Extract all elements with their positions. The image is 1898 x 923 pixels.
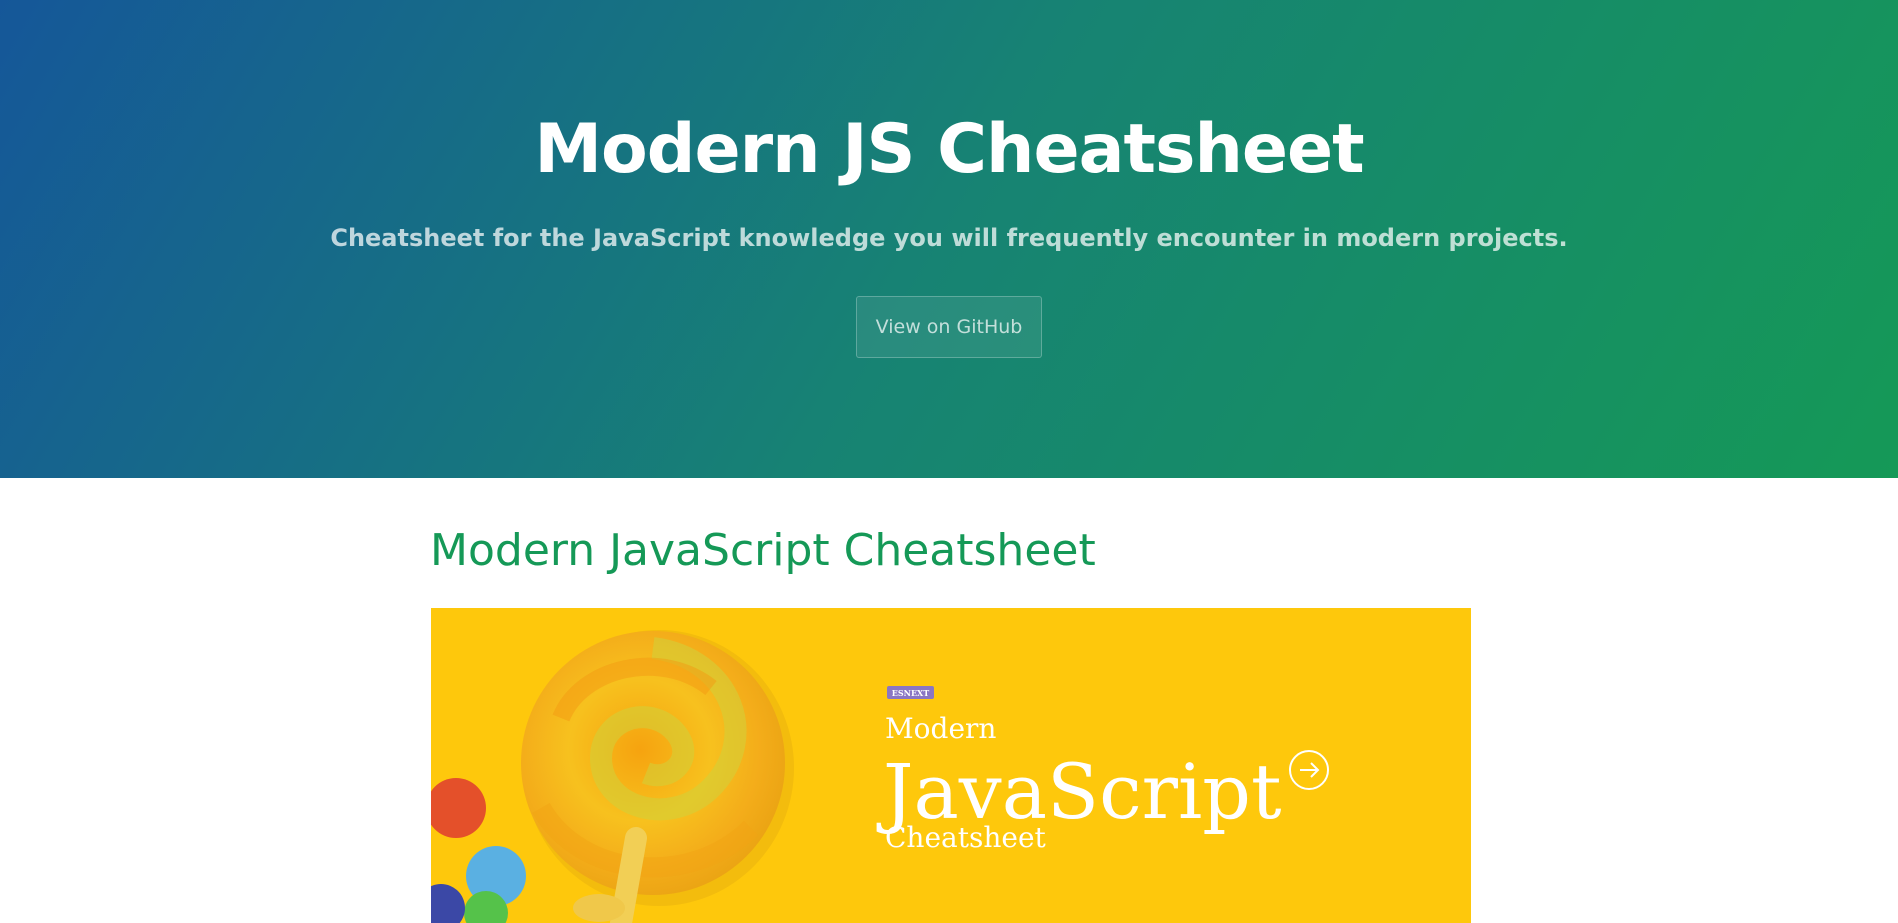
project-title: Modern JS Cheatsheet (534, 110, 1364, 189)
banner-line-cheatsheet: Cheatsheet (885, 821, 1047, 854)
esnext-badge-label: ESNEXT (892, 688, 929, 698)
banner-illustration: ESNEXT Modern JavaScript Cheatsheet (431, 608, 1471, 923)
main-heading: Modern JavaScript Cheatsheet (430, 525, 1096, 576)
hero-header: Modern JS Cheatsheet Cheatsheet for the … (0, 0, 1898, 478)
banner-image: ESNEXT Modern JavaScript Cheatsheet (431, 608, 1471, 923)
project-tagline: Cheatsheet for the JavaScript knowledge … (330, 224, 1568, 252)
view-on-github-button[interactable]: View on GitHub (856, 296, 1042, 358)
banner-line-modern: Modern (885, 712, 996, 745)
